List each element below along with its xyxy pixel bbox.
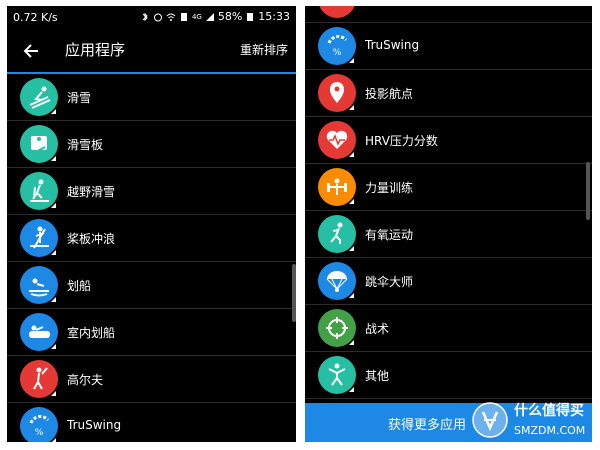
list-item-right_list-4[interactable]: 有氧运动: [305, 211, 592, 257]
list-item-label: 投影航点: [365, 87, 414, 101]
list-item-left_list-3[interactable]: 桨板冲浪: [7, 215, 296, 261]
list-item-label: 越野滑雪: [67, 185, 116, 199]
svg-text:%: %: [35, 428, 44, 438]
back-arrow-icon[interactable]: [21, 41, 41, 61]
list-item-right_list-7[interactable]: 其他: [305, 352, 592, 398]
list-item-label: 战术: [365, 322, 390, 336]
waypoint-icon: [318, 74, 356, 112]
jumpmaster-icon: [318, 262, 356, 300]
wifi-icon: [166, 12, 176, 22]
list-item-label: HRV压力分数: [365, 134, 438, 148]
list-item-label: 其他: [365, 369, 390, 383]
list-item-label: 力量训练: [365, 181, 414, 195]
sup-icon: [20, 219, 58, 257]
bluetooth-icon: [140, 12, 150, 22]
clock: 15:33: [258, 10, 290, 23]
watermark: 什么值得买 SMZDM.COM: [470, 398, 595, 444]
battery-icon: [245, 12, 255, 22]
reorder-button[interactable]: 重新排序: [240, 41, 288, 58]
left-screen: 0.72 K/s 4G 58% 15:33 应用程序 重新排序 滑雪 滑雪板 越…: [7, 6, 296, 442]
list-item-label: 有氧运动: [365, 228, 414, 242]
status-bar: 0.72 K/s 4G 58% 15:33: [7, 6, 296, 28]
truswing-icon: %: [318, 27, 356, 65]
list-item-right_list-6[interactable]: 战术: [305, 305, 592, 351]
strength-icon: [318, 168, 356, 206]
list-item-left_list-2[interactable]: 越野滑雪: [7, 168, 296, 214]
list-item-left_list-6[interactable]: 高尔夫: [7, 356, 296, 402]
svg-text:%: %: [333, 48, 342, 58]
list-item-left_list-7[interactable]: % TruSwing: [7, 403, 296, 442]
list-item-label: 划船: [67, 279, 92, 293]
list-item-label: 室内划船: [67, 326, 116, 340]
rowing-icon: [20, 266, 58, 304]
list-item-right_list-5[interactable]: 跳伞大师: [305, 258, 592, 304]
golf-icon: [20, 360, 58, 398]
list-item-label: 滑雪板: [67, 138, 104, 152]
watermark-line2: SMZDM.COM: [514, 424, 586, 437]
scrollbar[interactable]: [292, 264, 296, 322]
list-item-label: 跳伞大师: [365, 275, 414, 289]
list-item-label: TruSwing: [365, 38, 420, 52]
xc-ski-icon: [20, 172, 58, 210]
scrollbar[interactable]: [586, 162, 590, 220]
list-item-left_list-1[interactable]: 滑雪板: [7, 121, 296, 167]
status-speed: 0.72 K/s: [13, 11, 58, 24]
watermark-logo-icon: [472, 402, 508, 438]
list-item-left_list-5[interactable]: 室内划船: [7, 309, 296, 355]
watermark-line1: 什么值得买: [514, 403, 584, 419]
list-item-right_list-3[interactable]: 力量训练: [305, 164, 592, 210]
network-type: 4G: [191, 12, 202, 21]
list-item-label: 高尔夫: [67, 373, 104, 387]
get-more-apps-label: 获得更多应用: [388, 418, 467, 433]
list-item-right_list-1[interactable]: 投影航点: [305, 70, 592, 116]
right-screen: % TruSwing 投影航点 HRV压力分数 力量训练有氧运动跳伞大师战术其他 获得更…: [305, 6, 592, 442]
cardio-icon: [318, 215, 356, 253]
page-title: 应用程序: [65, 41, 126, 59]
list-item-partial[interactable]: [305, 6, 592, 22]
list-item-right_list-0[interactable]: % TruSwing: [305, 23, 592, 69]
list-item-label: 桨板冲浪: [67, 232, 116, 246]
heart-icon: [318, 121, 356, 159]
list-item-label: TruSwing: [67, 418, 122, 432]
list-item-label: 滑雪: [67, 91, 92, 105]
list-item-right_list-2[interactable]: HRV压力分数: [305, 117, 592, 163]
partial-app-icon: [318, 6, 356, 18]
skiing-icon: [20, 78, 58, 116]
indoor-rowing-icon: [20, 313, 58, 351]
snowboard-icon: [20, 125, 58, 163]
signal-icon: [205, 12, 215, 22]
truswing-icon: %: [20, 407, 58, 442]
app-bar: 应用程序 重新排序: [7, 28, 296, 74]
alarm-icon: [153, 12, 163, 22]
sim-icon: [179, 12, 189, 22]
tactical-icon: [318, 309, 356, 347]
other-icon: [318, 356, 356, 394]
list-item-left_list-0[interactable]: 滑雪: [7, 74, 296, 120]
battery-percent: 58%: [217, 10, 243, 23]
list-item-left_list-4[interactable]: 划船: [7, 262, 296, 308]
